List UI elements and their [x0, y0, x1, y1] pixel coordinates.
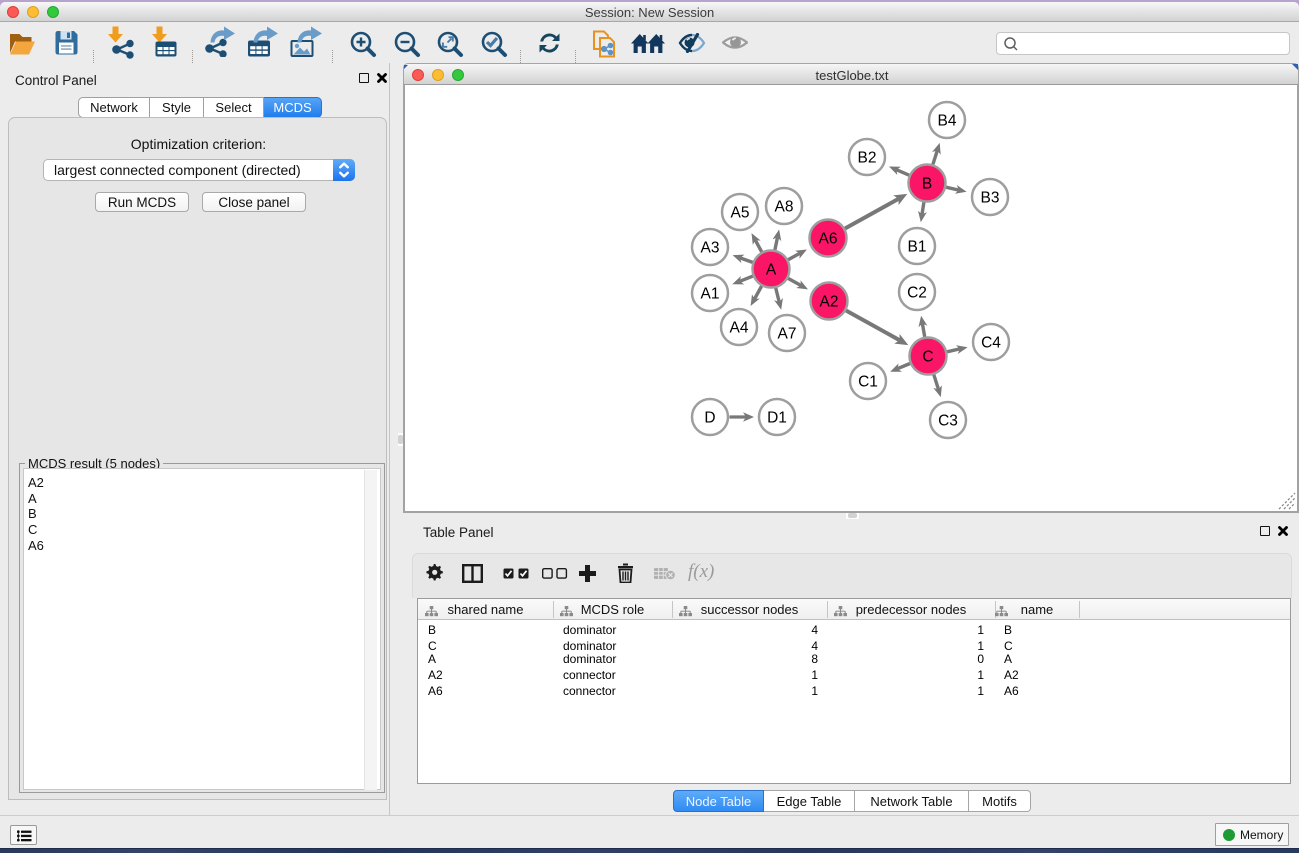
svg-text:A1: A1 — [701, 286, 720, 303]
svg-text:A4: A4 — [730, 320, 749, 337]
svg-text:C: C — [922, 349, 933, 366]
svg-text:B: B — [922, 176, 932, 193]
svg-text:A8: A8 — [775, 199, 794, 216]
svg-text:C2: C2 — [907, 285, 927, 302]
svg-text:A6: A6 — [819, 231, 838, 248]
svg-text:B2: B2 — [858, 150, 877, 167]
svg-text:A3: A3 — [701, 240, 720, 257]
svg-text:D: D — [704, 410, 715, 427]
svg-text:C1: C1 — [858, 374, 878, 391]
svg-text:A2: A2 — [820, 294, 839, 311]
svg-text:A: A — [766, 262, 777, 279]
svg-text:B4: B4 — [938, 113, 957, 130]
svg-text:C3: C3 — [938, 413, 958, 430]
svg-text:B3: B3 — [981, 190, 1000, 207]
svg-text:A5: A5 — [731, 205, 750, 222]
svg-text:B1: B1 — [908, 239, 927, 256]
svg-text:C4: C4 — [981, 335, 1001, 352]
svg-text:A7: A7 — [778, 326, 797, 343]
svg-text:D1: D1 — [767, 410, 787, 427]
